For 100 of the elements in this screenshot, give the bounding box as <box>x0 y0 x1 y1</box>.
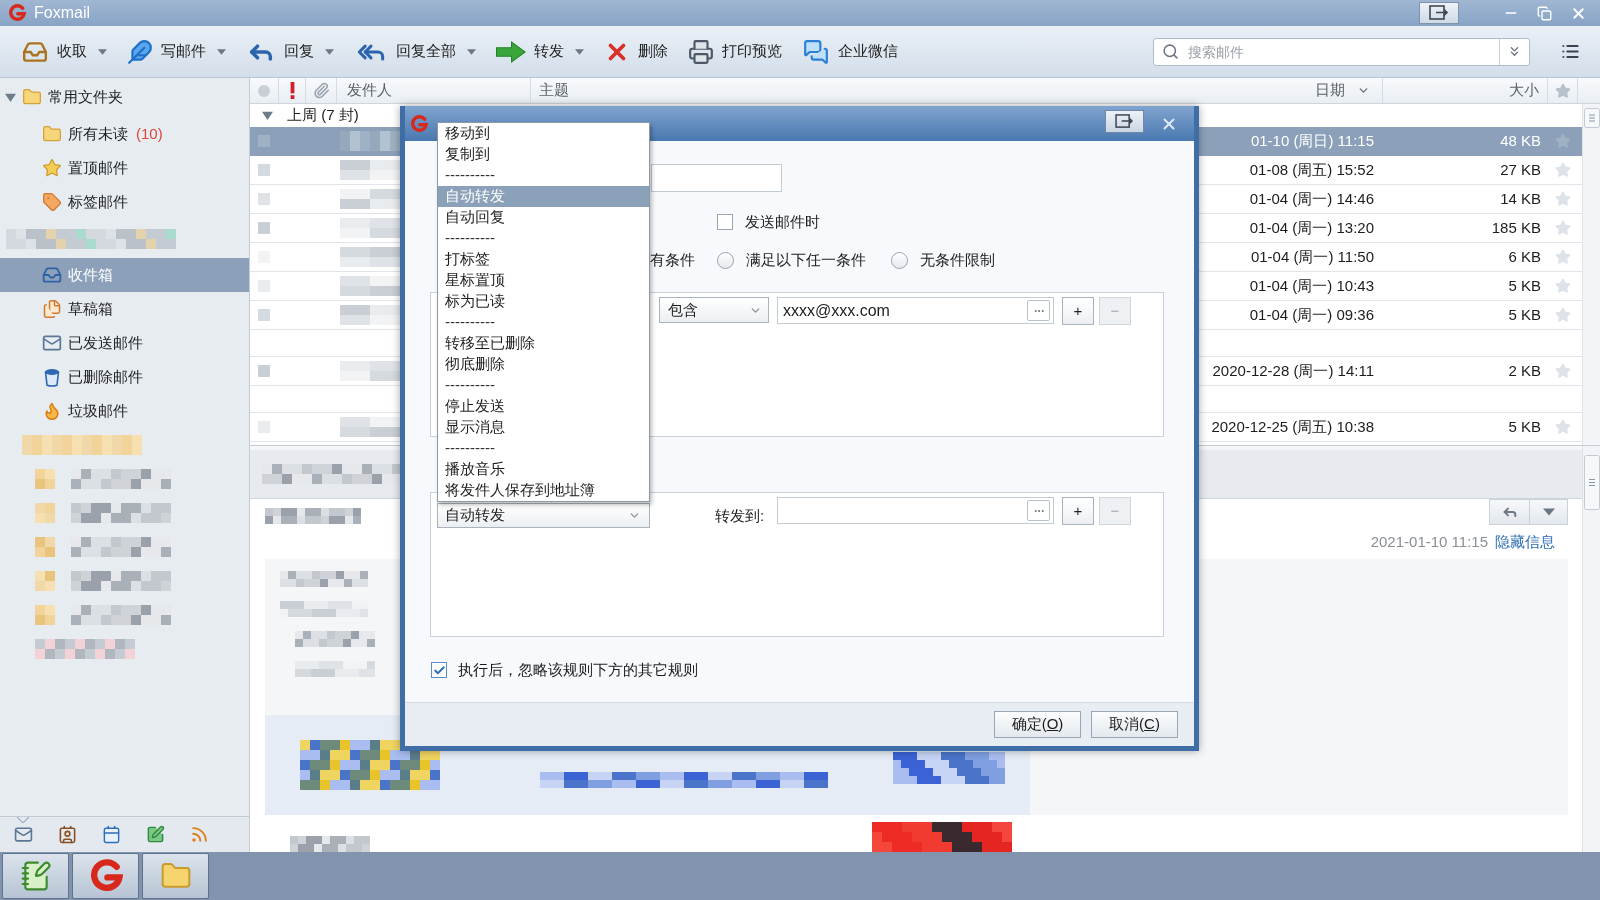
column-header[interactable]: 日期 <box>1315 79 1345 102</box>
toolbar-button[interactable]: 删除 <box>600 33 672 70</box>
menu-item[interactable]: 显示消息 <box>438 417 649 438</box>
window-mode-button[interactable] <box>1419 2 1459 24</box>
expanded-triangle-icon[interactable] <box>5 91 16 103</box>
checkbox[interactable] <box>431 662 447 678</box>
toolbar-button[interactable]: 收取 <box>17 33 111 70</box>
feather-icon <box>127 38 153 65</box>
pixelated-text <box>35 537 55 557</box>
window-mode-button[interactable] <box>1105 110 1144 133</box>
search-field[interactable]: 搜索邮件 <box>1153 37 1530 66</box>
menu-item[interactable]: 移动到 <box>438 123 649 144</box>
date-cell-text: 2020-12-25 (周五) 10:38 <box>1211 416 1374 437</box>
hide-info-link[interactable]: 隐藏信息 <box>1495 530 1555 554</box>
size-cell-text: 2 KB <box>1508 360 1541 381</box>
sidebar-item[interactable]: 置顶邮件 <box>0 151 249 185</box>
menu-item[interactable]: 转移至已删除 <box>438 333 649 354</box>
dropdown-select[interactable]: 包含 <box>659 297 769 323</box>
toolbar-button[interactable]: 回复 <box>242 33 338 70</box>
box-arrow-icon <box>1429 5 1449 21</box>
selection-notch-icon <box>17 817 29 823</box>
window-title: Foxmail <box>34 5 90 21</box>
pixelated-text <box>340 247 400 267</box>
menu-item[interactable]: 播放音乐 <box>438 459 649 480</box>
date-cell-text: 01-04 (周一) 11:50 <box>1250 246 1374 267</box>
menu-item[interactable]: 打标签 <box>438 249 649 270</box>
folder-group[interactable]: 常用文件夹 <box>0 80 249 114</box>
pixelated-text <box>35 605 55 625</box>
date-cell-text: 01-10 (周日) 11:15 <box>1250 130 1374 151</box>
scrollbar-thumb[interactable] <box>1583 108 1600 128</box>
message-date: 2021-01-10 11:15 <box>1370 531 1488 552</box>
menu-item[interactable]: 星标置顶 <box>438 270 649 291</box>
expanded-triangle-icon[interactable] <box>262 110 273 121</box>
dropdown-select[interactable]: 自动转发 <box>437 503 650 528</box>
caret-down-icon <box>325 48 334 55</box>
menu-item[interactable]: 彻底删除 <box>438 354 649 375</box>
toolbar-button[interactable]: 写邮件 <box>123 33 230 70</box>
checkbox[interactable] <box>717 214 733 230</box>
column-header[interactable]: 大小 <box>1509 79 1539 102</box>
reply-button[interactable] <box>1489 499 1530 525</box>
field-label: 转发到: <box>715 506 764 526</box>
pixelated-text <box>340 131 400 151</box>
menu-item[interactable]: 停止发送 <box>438 396 649 417</box>
sidebar-item[interactable]: 已删除邮件 <box>0 360 249 394</box>
dialog-button[interactable]: 确定(O) <box>994 711 1081 738</box>
browse-button[interactable] <box>1027 300 1050 321</box>
toolbar-button[interactable]: 回复全部 <box>350 33 480 70</box>
menu-item[interactable]: 将发件人保存到地址簿 <box>438 480 649 501</box>
browse-button[interactable] <box>1027 500 1050 521</box>
add-button[interactable]: + <box>1062 497 1094 525</box>
sidebar-item[interactable]: 已发送邮件 <box>0 326 249 360</box>
sidebar-item[interactable]: 标签邮件 <box>0 185 249 219</box>
input-field[interactable] <box>651 164 782 192</box>
date-cell-text: 01-04 (周一) 14:46 <box>1249 188 1374 209</box>
column-header[interactable]: 发件人 <box>347 79 392 102</box>
checkbox-label: 发送邮件时 <box>745 211 820 232</box>
circle-icon[interactable] <box>258 84 270 97</box>
exclamation-icon[interactable] <box>289 82 295 99</box>
sidebar-item[interactable]: 垃圾邮件 <box>0 394 249 428</box>
radio-button[interactable] <box>717 251 734 269</box>
sidebar-item[interactable]: 草稿箱 <box>0 292 249 326</box>
search-input[interactable]: 搜索邮件 <box>1188 38 1499 65</box>
paperclip-icon[interactable] <box>312 82 330 99</box>
folder-icon <box>22 87 42 107</box>
caret-down-icon <box>575 48 584 55</box>
toolbar-button[interactable]: 打印预览 <box>684 33 786 70</box>
toolbar-button[interactable]: 企业微信 <box>798 33 902 70</box>
envelope-icon <box>13 825 33 844</box>
radio-label: 满足以下任一条件 <box>746 249 866 270</box>
calendar-icon <box>101 825 121 844</box>
menu-separator: ---------- <box>444 375 496 396</box>
radio-button[interactable] <box>891 251 908 269</box>
pixelated-text <box>258 365 270 377</box>
size-cell-text: 5 KB <box>1508 304 1541 325</box>
scrollbar-thumb[interactable] <box>1583 455 1600 510</box>
dialog-button[interactable]: 取消(C) <box>1091 711 1178 738</box>
caret-down-icon <box>467 48 476 55</box>
taskbar-app-button[interactable] <box>72 853 139 899</box>
option-label: 有条件 <box>650 249 696 270</box>
taskbar-app-button[interactable] <box>2 853 69 899</box>
flame-icon <box>42 401 62 421</box>
star-icon[interactable] <box>1554 82 1571 99</box>
caret-down-icon <box>1542 508 1555 516</box>
menu-icon[interactable] <box>1561 42 1580 61</box>
envelope-icon <box>42 333 62 353</box>
toolbar-button[interactable]: 转发 <box>492 33 588 70</box>
column-header[interactable]: 主题 <box>539 79 569 102</box>
more-button[interactable] <box>1530 499 1568 525</box>
restore-icon[interactable] <box>1537 5 1552 21</box>
taskbar-app-button[interactable] <box>142 853 209 899</box>
pixelated-text <box>258 193 270 205</box>
add-button[interactable]: + <box>1062 297 1094 325</box>
menu-item[interactable]: 标为已读 <box>438 291 649 312</box>
input-field[interactable] <box>777 497 1054 524</box>
sidebar-item[interactable]: 所有未读 (10) <box>0 117 249 151</box>
date-cell-text: 2020-12-28 (周一) 14:11 <box>1212 360 1374 381</box>
menu-item[interactable]: 复制到 <box>438 144 649 165</box>
input-field[interactable]: xxxx@xxx.com <box>777 297 1054 324</box>
menu-item[interactable]: 自动回复 <box>438 207 649 228</box>
caret-down-icon <box>98 48 107 55</box>
